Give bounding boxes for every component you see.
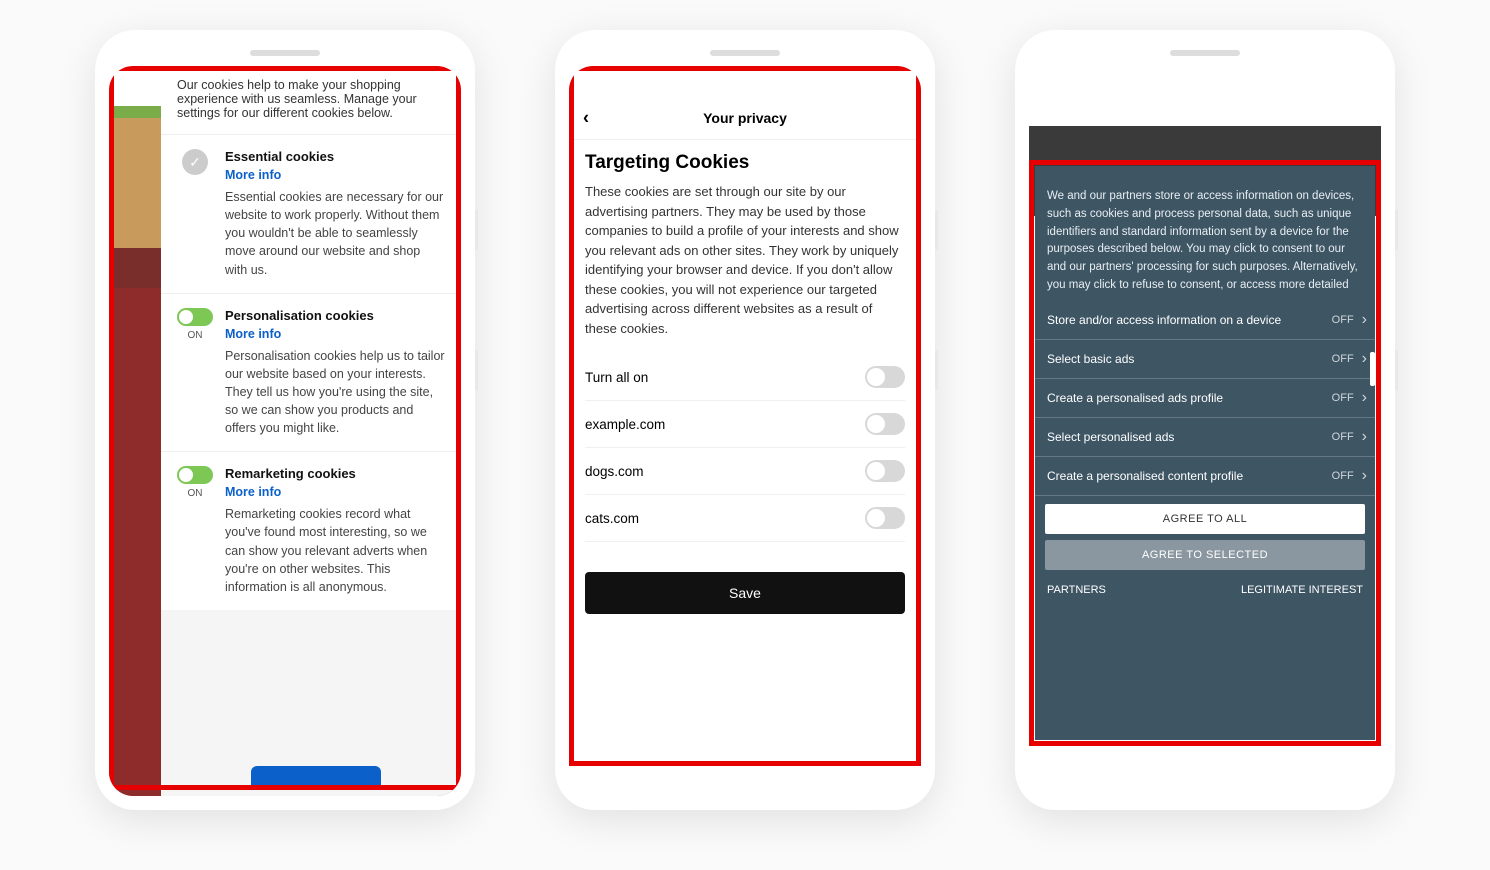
privacy-header: ‹ Your privacy [569, 96, 921, 140]
turn-all-on-row: Turn all on [585, 354, 905, 401]
status-off: OFF [1332, 431, 1354, 443]
toggle-state-label: ON [188, 330, 203, 341]
header-title: Your privacy [703, 110, 787, 126]
purpose-row[interactable]: Store and/or access information on a dev… [1035, 301, 1375, 340]
partner-row: cats.com [585, 495, 905, 542]
cookie-settings-panel: Our cookies help to make your shopping e… [161, 66, 461, 796]
partners-link[interactable]: PARTNERS [1047, 584, 1106, 596]
save-button[interactable]: Save [585, 572, 905, 614]
section-title: Remarketing cookies [225, 466, 445, 481]
primary-button[interactable] [251, 766, 381, 790]
purpose-label: Select basic ads [1047, 352, 1134, 366]
phone-screen: Our cookies help to make your shopping e… [109, 66, 461, 796]
toggle-on[interactable] [177, 308, 213, 326]
status-off: OFF [1332, 470, 1354, 482]
more-info-link[interactable]: More info [225, 485, 445, 499]
check-icon: ✓ [182, 149, 208, 175]
more-info-link[interactable]: More info [225, 327, 445, 341]
agree-selected-button[interactable]: AGREE TO SELECTED [1045, 540, 1365, 570]
purpose-row[interactable]: Select basic ads OFF › [1035, 340, 1375, 379]
toggle-off[interactable] [865, 460, 905, 482]
toggle-on[interactable] [177, 466, 213, 484]
purpose-row[interactable]: Create a personalised ads profile OFF › [1035, 379, 1375, 418]
more-info-link[interactable]: More info [225, 168, 445, 182]
section-title: Essential cookies [225, 149, 445, 164]
toggle-state-label: ON [188, 488, 203, 499]
phone-speaker [1170, 50, 1240, 56]
chevron-right-icon: › [1362, 311, 1367, 329]
phone-side-button [935, 350, 938, 390]
phone-side-button [475, 350, 478, 390]
cookie-section-personalisation: ON Personalisation cookies More info Per… [161, 293, 461, 452]
row-label: dogs.com [585, 464, 644, 479]
scrollbar-thumb[interactable] [1370, 352, 1375, 386]
cookie-section-essential: ✓ Essential cookies More info Essential … [161, 134, 461, 293]
status-off: OFF [1332, 353, 1354, 365]
toggle-off[interactable] [865, 413, 905, 435]
row-label: example.com [585, 417, 665, 432]
purpose-row[interactable]: Create a personalised content profile OF… [1035, 457, 1375, 496]
cookie-section-remarketing: ON Remarketing cookies More info Remarke… [161, 451, 461, 610]
section-desc: Remarketing cookies record what you've f… [225, 505, 445, 596]
purpose-label: Store and/or access information on a dev… [1047, 313, 1281, 327]
section-desc: Essential cookies are necessary for our … [225, 188, 445, 279]
row-label: Turn all on [585, 370, 648, 385]
consent-body-text: We and our partners store or access info… [1035, 166, 1375, 301]
phone-mockup-1: Our cookies help to make your shopping e… [95, 30, 475, 810]
phone-side-button [475, 210, 478, 250]
chevron-right-icon: › [1362, 350, 1367, 368]
legitimate-interest-link[interactable]: LEGITIMATE INTEREST [1241, 584, 1363, 596]
phone-mockup-3: We and our partners store or access info… [1015, 30, 1395, 810]
purpose-label: Create a personalised ads profile [1047, 391, 1223, 405]
chevron-right-icon: › [1362, 467, 1367, 485]
status-off: OFF [1332, 314, 1354, 326]
purpose-label: Select personalised ads [1047, 430, 1174, 444]
phone-speaker [710, 50, 780, 56]
chevron-right-icon: › [1362, 428, 1367, 446]
toggle-off[interactable] [865, 366, 905, 388]
back-icon[interactable]: ‹ [583, 107, 589, 128]
phone-side-button [1395, 350, 1398, 390]
phone-side-button [935, 210, 938, 250]
partner-row: example.com [585, 401, 905, 448]
chevron-right-icon: › [1362, 389, 1367, 407]
consent-panel: We and our partners store or access info… [1035, 166, 1375, 740]
phone-speaker [250, 50, 320, 56]
page-desc: These cookies are set through our site b… [585, 182, 905, 338]
phone-screen: ‹ Your privacy Targeting Cookies These c… [569, 66, 921, 796]
phone-side-button [1395, 210, 1398, 250]
phone-mockup-2: ‹ Your privacy Targeting Cookies These c… [555, 30, 935, 810]
phone-screen: We and our partners store or access info… [1029, 66, 1381, 796]
section-desc: Personalisation cookies help us to tailo… [225, 347, 445, 438]
toggle-off[interactable] [865, 507, 905, 529]
intro-text: Our cookies help to make your shopping e… [161, 66, 461, 134]
section-title: Personalisation cookies [225, 308, 445, 323]
row-label: cats.com [585, 511, 639, 526]
status-off: OFF [1332, 392, 1354, 404]
agree-all-button[interactable]: AGREE TO ALL [1045, 504, 1365, 534]
purposes-list: Store and/or access information on a dev… [1035, 301, 1375, 496]
partner-row: dogs.com [585, 448, 905, 495]
purpose-label: Create a personalised content profile [1047, 469, 1243, 483]
purpose-row[interactable]: Select personalised ads OFF › [1035, 418, 1375, 457]
page-title: Targeting Cookies [585, 152, 905, 174]
